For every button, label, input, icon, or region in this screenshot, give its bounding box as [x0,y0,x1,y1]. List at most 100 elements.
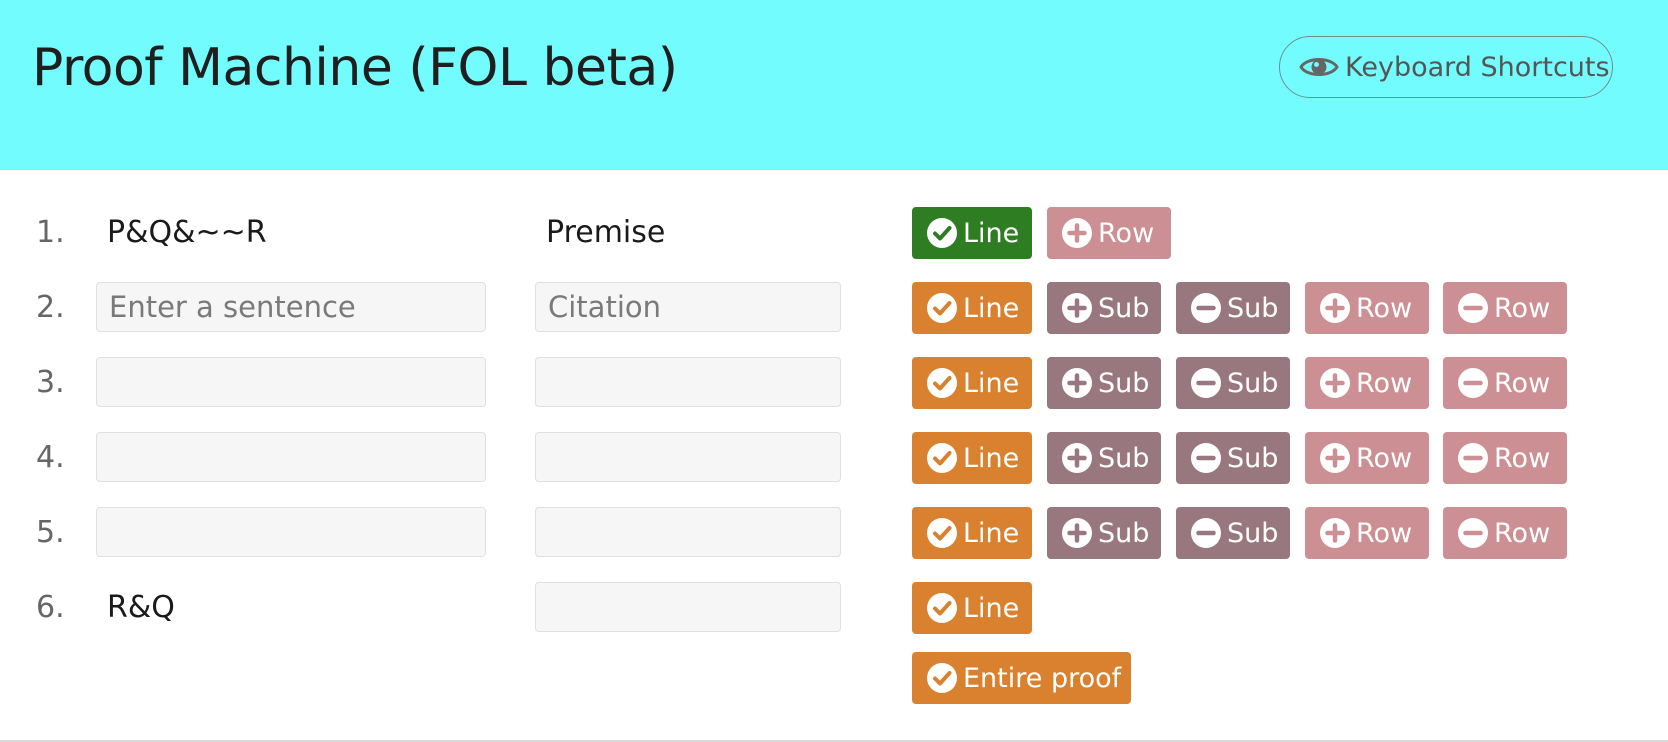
plus-circle-icon [1061,367,1093,399]
add-row-button[interactable]: Row [1047,207,1171,259]
check-line-label: Line [963,442,1020,474]
proof-row-1: 1. P&Q&~~R Premise Line Row [0,207,1668,259]
remove-subproof-button[interactable]: Sub [1176,357,1290,409]
check-line-button[interactable]: Line [912,207,1032,259]
remove-row-button[interactable]: Row [1443,282,1567,334]
citation-text: Premise [546,215,666,250]
minus-circle-icon [1190,442,1222,474]
check-line-label: Line [963,292,1020,324]
check-circle-icon [926,367,958,399]
add-row-label: Row [1356,367,1413,399]
add-subproof-button[interactable]: Sub [1047,432,1161,484]
check-circle-icon [926,442,958,474]
check-circle-icon [926,217,958,249]
add-row-button[interactable]: Row [1305,282,1429,334]
add-row-button[interactable]: Row [1305,432,1429,484]
sentence-input[interactable] [96,357,486,407]
check-line-button[interactable]: Line [912,432,1032,484]
check-line-button[interactable]: Line [912,582,1032,634]
add-row-button[interactable]: Row [1305,507,1429,559]
citation-input[interactable] [535,357,841,407]
plus-circle-icon [1319,367,1351,399]
add-subproof-label: Sub [1098,442,1150,474]
check-circle-icon [926,292,958,324]
proof-area: 1. P&Q&~~R Premise Line Row 2. Line [0,170,1668,742]
proof-row-2: 2. Line Sub Sub Row [0,282,1668,334]
plus-circle-icon [1319,292,1351,324]
add-row-label: Row [1098,217,1155,249]
minus-circle-icon [1190,367,1222,399]
proof-row-6: 6. R&Q Line [0,582,1668,634]
citation-input[interactable] [535,507,841,557]
remove-subproof-label: Sub [1227,292,1279,324]
add-subproof-button[interactable]: Sub [1047,357,1161,409]
remove-subproof-label: Sub [1227,517,1279,549]
line-number: 6. [36,590,65,625]
line-number: 2. [36,290,65,325]
minus-circle-icon [1457,442,1489,474]
check-line-button[interactable]: Line [912,507,1032,559]
eye-icon [1299,52,1339,82]
add-subproof-label: Sub [1098,517,1150,549]
remove-row-button[interactable]: Row [1443,507,1567,559]
check-line-label: Line [963,517,1020,549]
line-number: 4. [36,440,65,475]
line-number: 5. [36,515,65,550]
remove-row-label: Row [1494,442,1551,474]
remove-subproof-button[interactable]: Sub [1176,282,1290,334]
sentence-input[interactable] [96,507,486,557]
remove-row-button[interactable]: Row [1443,357,1567,409]
line-number: 1. [36,215,65,250]
check-line-button[interactable]: Line [912,357,1032,409]
remove-row-button[interactable]: Row [1443,432,1567,484]
minus-circle-icon [1457,367,1489,399]
page-title: Proof Machine (FOL beta) [32,38,678,98]
citation-input[interactable] [535,582,841,632]
keyboard-shortcuts-button[interactable]: Keyboard Shortcuts [1279,36,1613,98]
check-entire-proof-button[interactable]: Entire proof [912,652,1131,704]
check-circle-icon [926,662,958,694]
proof-row-5: 5. Line Sub Sub Row Row [0,507,1668,559]
proof-footer: Entire proof [0,652,1668,704]
sentence-text: P&Q&~~R [107,215,267,250]
sentence-text: R&Q [107,590,175,625]
plus-circle-icon [1061,217,1093,249]
minus-circle-icon [1457,292,1489,324]
minus-circle-icon [1190,292,1222,324]
add-row-label: Row [1356,442,1413,474]
sentence-input[interactable] [96,282,486,332]
remove-subproof-button[interactable]: Sub [1176,432,1290,484]
plus-circle-icon [1061,517,1093,549]
minus-circle-icon [1457,517,1489,549]
check-line-label: Line [963,217,1020,249]
check-entire-proof-label: Entire proof [963,662,1122,694]
remove-row-label: Row [1494,517,1551,549]
add-row-label: Row [1356,517,1413,549]
plus-circle-icon [1061,442,1093,474]
add-subproof-label: Sub [1098,367,1150,399]
sentence-input[interactable] [96,432,486,482]
remove-subproof-label: Sub [1227,442,1279,474]
add-row-button[interactable]: Row [1305,357,1429,409]
citation-input[interactable] [535,282,841,332]
keyboard-shortcuts-label: Keyboard Shortcuts [1345,51,1610,83]
remove-subproof-button[interactable]: Sub [1176,507,1290,559]
add-subproof-button[interactable]: Sub [1047,507,1161,559]
remove-row-label: Row [1494,292,1551,324]
check-line-label: Line [963,367,1020,399]
remove-row-label: Row [1494,367,1551,399]
header: Proof Machine (FOL beta) Keyboard Shortc… [0,0,1668,170]
check-circle-icon [926,517,958,549]
check-circle-icon [926,592,958,624]
add-subproof-label: Sub [1098,292,1150,324]
line-number: 3. [36,365,65,400]
minus-circle-icon [1190,517,1222,549]
proof-row-4: 4. Line Sub Sub Row Row [0,432,1668,484]
check-line-button[interactable]: Line [912,282,1032,334]
check-line-label: Line [963,592,1020,624]
proof-row-3: 3. Line Sub Sub Row Row [0,357,1668,409]
citation-input[interactable] [535,432,841,482]
add-subproof-button[interactable]: Sub [1047,282,1161,334]
plus-circle-icon [1061,292,1093,324]
plus-circle-icon [1319,442,1351,474]
